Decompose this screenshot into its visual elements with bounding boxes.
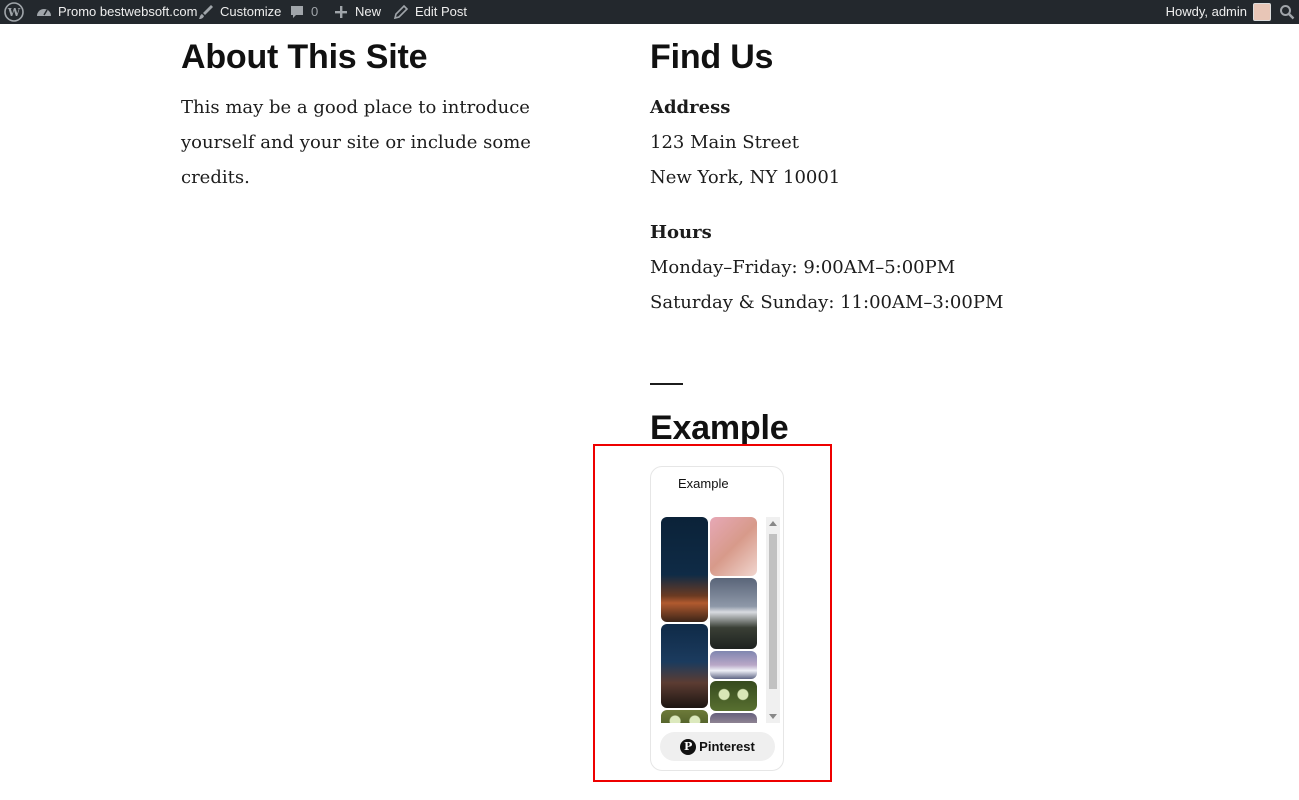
scroll-down-arrow-icon[interactable] <box>769 714 777 719</box>
address-label: Address <box>650 97 731 118</box>
howdy-label: Howdy, admin <box>1165 4 1247 19</box>
example-widget-title: Example <box>650 409 789 447</box>
wordpress-logo-icon[interactable]: W <box>4 0 24 24</box>
address-line-2: New York, NY 10001 <box>650 167 841 188</box>
hours-weekday: Monday–Friday: 9:00AM–5:00PM <box>650 257 956 278</box>
edit-post-button[interactable]: Edit Post <box>393 0 467 24</box>
separator <box>650 383 683 385</box>
pencil-icon <box>393 4 409 20</box>
admin-bar: W Promo bestwebsoft.com Customize 0 New … <box>0 0 1299 24</box>
search-icon[interactable] <box>1279 4 1295 20</box>
site-name-menu[interactable]: Promo bestwebsoft.com <box>36 0 197 24</box>
pinterest-button-label: Pinterest <box>699 739 755 754</box>
new-label: New <box>355 4 382 19</box>
hours-label: Hours <box>650 222 712 243</box>
about-widget: About This Site This may be a good place… <box>181 36 601 195</box>
comment-bubble-icon <box>289 4 305 20</box>
svg-text:W: W <box>7 6 21 19</box>
comments-count: 0 <box>311 4 319 19</box>
find-us-widget: Find Us Address 123 Main Street New York… <box>650 36 1070 320</box>
pin-poppies-2[interactable] <box>661 710 708 723</box>
plus-icon <box>333 4 349 20</box>
user-account-menu[interactable]: Howdy, admin <box>1166 0 1271 24</box>
new-content-button[interactable]: New <box>333 0 381 24</box>
pinterest-follow-button[interactable]: P Pinterest <box>660 732 775 761</box>
address-line-1: 123 Main Street <box>650 132 800 153</box>
dashboard-icon <box>36 4 52 20</box>
pin-dusk[interactable] <box>710 713 757 723</box>
site-name-label: Promo bestwebsoft.com <box>58 4 198 19</box>
brush-icon <box>198 4 214 20</box>
pin-poppies[interactable] <box>710 681 757 711</box>
find-us-title: Find Us <box>650 38 774 76</box>
pinterest-board-widget[interactable]: Example P Pinterest <box>650 466 784 771</box>
about-text: This may be a good place to introduce yo… <box>181 97 531 188</box>
pin-desert-night[interactable] <box>661 624 708 708</box>
board-title[interactable]: Example <box>678 476 729 491</box>
scroll-up-arrow-icon[interactable] <box>769 521 777 526</box>
hours-weekend: Saturday & Sunday: 11:00AM–3:00PM <box>650 292 1004 313</box>
pin-grid-scrollbar[interactable] <box>766 517 780 723</box>
pin-tattoo-hand[interactable] <box>710 517 757 576</box>
customize-label: Customize <box>220 4 282 19</box>
pin-purple-mountains[interactable] <box>710 651 757 679</box>
avatar <box>1253 3 1271 21</box>
comments-button[interactable]: 0 <box>289 0 318 24</box>
about-title: About This Site <box>181 38 428 76</box>
edit-post-label: Edit Post <box>415 4 468 19</box>
pinterest-logo-icon: P <box>680 738 697 755</box>
scroll-thumb[interactable] <box>769 534 777 689</box>
pin-mountain-night[interactable] <box>661 517 708 622</box>
pin-snow-peak[interactable] <box>710 578 757 649</box>
pin-grid <box>661 517 759 723</box>
customize-button[interactable]: Customize <box>198 0 281 24</box>
